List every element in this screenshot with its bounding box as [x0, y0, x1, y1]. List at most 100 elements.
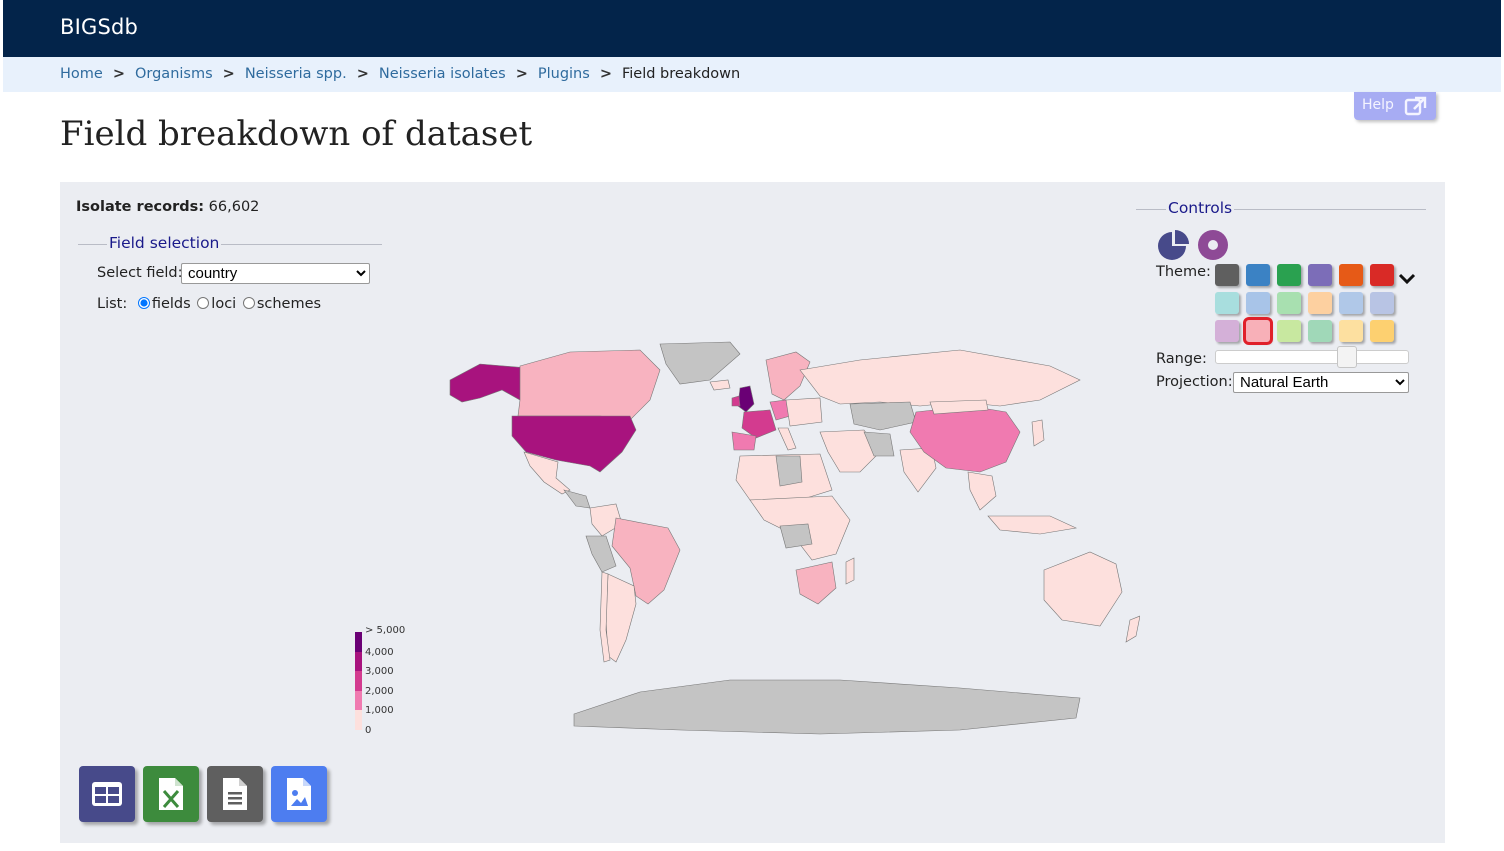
map-legend-svg: > 5,000 4,000 3,000 2,000 1,000 0 — [355, 625, 405, 736]
map-region-italy[interactable] — [777, 427, 797, 451]
map-region-antarctica — [573, 679, 1081, 735]
theme-swatch[interactable] — [1277, 292, 1301, 314]
map-region-scandinavia[interactable] — [765, 351, 811, 401]
legend-swatch-4000 — [355, 652, 362, 671]
legend-swatch-1000 — [355, 710, 362, 730]
breadcrumb-organisms[interactable]: Organisms — [135, 66, 213, 82]
theme-swatch[interactable] — [1370, 320, 1394, 342]
pie-chart-icon[interactable] — [1156, 228, 1192, 262]
radio-loci[interactable] — [197, 297, 210, 309]
breadcrumb-home[interactable]: Home — [60, 66, 103, 82]
breadcrumb-plugins[interactable]: Plugins — [538, 66, 590, 82]
legend-swatch-3000 — [355, 671, 362, 691]
theme-swatch[interactable] — [1246, 292, 1270, 314]
chevron-down-icon[interactable] — [1398, 272, 1416, 286]
radio-fields[interactable] — [137, 297, 150, 309]
range-slider-handle[interactable] — [1336, 346, 1357, 368]
map-region-alaska[interactable] — [449, 363, 529, 403]
map-region-australia[interactable] — [1043, 551, 1123, 627]
map-region-argentina[interactable] — [605, 573, 637, 663]
map-region-france[interactable] — [741, 409, 777, 439]
map-region-greenland — [659, 341, 741, 385]
map-region-madagascar — [845, 557, 855, 585]
map-region-canada[interactable] — [517, 349, 661, 421]
theme-swatch[interactable] — [1246, 264, 1270, 286]
map-region-southern-africa[interactable] — [795, 561, 837, 605]
map-legend: > 5,000 4,000 3,000 2,000 1,000 0 — [352, 622, 432, 742]
breadcrumb-separator: > — [222, 66, 235, 82]
map-region-russia[interactable] — [799, 349, 1081, 407]
theme-swatch[interactable] — [1370, 264, 1394, 286]
breadcrumb: Home > Organisms > Neisseria spp. > Neisseria … — [60, 66, 740, 82]
field-selection-fieldset: Field selection — [78, 234, 382, 325]
map-region-southeast-asia[interactable] — [967, 471, 997, 511]
top-navbar: BIGSdb — [3, 0, 1501, 57]
breadcrumb-separator: > — [112, 66, 125, 82]
theme-swatch[interactable] — [1339, 292, 1363, 314]
breadcrumb-neisseria-spp[interactable]: Neisseria spp. — [245, 66, 347, 82]
map-region-central-europe[interactable] — [785, 397, 823, 427]
select-field-label: Select field: — [97, 265, 183, 281]
legend-label-3000: 3,000 — [365, 666, 394, 677]
projection-select[interactable]: Natural Earth — [1233, 372, 1409, 393]
breadcrumb-separator: > — [599, 66, 612, 82]
map-region-japan[interactable] — [1031, 419, 1045, 447]
breadcrumb-bar: Home > Organisms > Neisseria spp. > Neisseria … — [3, 57, 1501, 92]
breadcrumb-separator: > — [356, 66, 369, 82]
breadcrumb-current: Field breakdown — [621, 66, 741, 82]
map-region-central-america[interactable] — [563, 489, 591, 509]
map-region-indonesia[interactable] — [987, 515, 1078, 535]
help-label: Help — [1362, 97, 1394, 113]
theme-swatch[interactable] — [1215, 292, 1239, 314]
map-region-ireland[interactable] — [731, 395, 741, 407]
map-region-new-zealand[interactable] — [1125, 615, 1141, 643]
brand-logo[interactable]: BIGSdb — [60, 15, 138, 39]
list-type-group: List: fields loci schemes — [97, 296, 321, 312]
radio-schemes[interactable] — [242, 297, 255, 309]
text-file-icon — [223, 778, 247, 810]
records-label: Isolate records: — [76, 199, 205, 215]
legend-label-1000: 1,000 — [365, 705, 394, 716]
table-icon — [92, 782, 122, 806]
legend-swatch-2000 — [355, 691, 362, 710]
breadcrumb-neisseria-isolates[interactable]: Neisseria isolates — [379, 66, 506, 82]
map-region-uk[interactable] — [737, 385, 755, 413]
legend-label-0: 0 — [365, 725, 371, 736]
text-export-button[interactable] — [207, 766, 263, 822]
field-selection-legend: Field selection — [107, 234, 222, 252]
theme-swatch[interactable] — [1215, 320, 1239, 342]
isolate-records: Isolate records: 66,602 — [76, 199, 259, 215]
map-region-kazakhstan[interactable] — [849, 401, 917, 431]
theme-swatch[interactable] — [1370, 292, 1394, 314]
breakdown-panel: Isolate records: 66,602 Field selection … — [60, 182, 1445, 843]
projection-label: Projection: — [1156, 374, 1233, 390]
help-button[interactable]: Help — [1354, 92, 1436, 120]
theme-swatch[interactable] — [1339, 320, 1363, 342]
donut-chart-icon[interactable] — [1196, 228, 1230, 262]
theme-swatch[interactable] — [1243, 317, 1273, 345]
world-map[interactable] — [440, 340, 1141, 740]
records-value: 66,602 — [208, 199, 260, 215]
image-export-button[interactable] — [271, 766, 327, 822]
excel-export-button[interactable] — [143, 766, 199, 822]
breadcrumb-separator: > — [515, 66, 528, 82]
map-region-sahel[interactable] — [775, 455, 803, 487]
theme-swatch[interactable] — [1308, 320, 1332, 342]
theme-swatch[interactable] — [1215, 264, 1239, 286]
map-region-congo[interactable] — [779, 523, 813, 549]
legend-label-5000: > 5,000 — [365, 625, 405, 636]
map-region-peru[interactable] — [585, 535, 617, 573]
theme-swatch[interactable] — [1308, 264, 1332, 286]
legend-label-4000: 4,000 — [365, 647, 394, 658]
world-map-svg — [449, 341, 1141, 735]
table-export-button[interactable] — [79, 766, 135, 822]
theme-swatch[interactable] — [1277, 320, 1301, 342]
theme-swatch[interactable] — [1339, 264, 1363, 286]
radio-schemes-label: schemes — [256, 296, 322, 312]
theme-swatch[interactable] — [1308, 292, 1332, 314]
theme-swatch[interactable] — [1277, 264, 1301, 286]
field-select[interactable]: country — [181, 263, 370, 284]
range-slider-track[interactable] — [1215, 350, 1409, 364]
radio-fields-label: fields — [151, 296, 191, 312]
theme-label: Theme: — [1156, 264, 1211, 280]
